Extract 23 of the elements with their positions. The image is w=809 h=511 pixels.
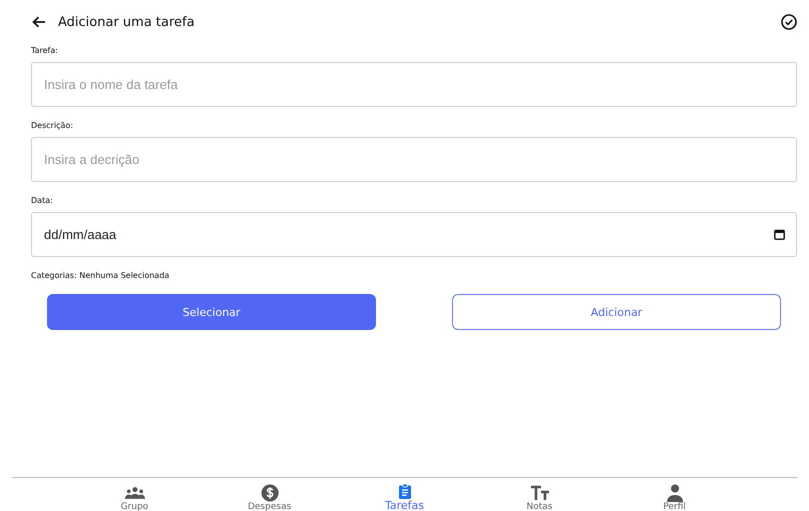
calendar-icon[interactable]	[774, 229, 785, 240]
field-label: Data:	[31, 196, 54, 205]
page-title: Adicionar uma tarefa	[58, 14, 196, 30]
field-label: Tarefa:	[31, 46, 59, 55]
text-input-field[interactable]: Insira o nome da tarefa	[31, 62, 797, 107]
nav-tab[interactable]: Notas	[472, 478, 607, 511]
add-button[interactable]: Adicionar	[452, 294, 781, 330]
nav-tab[interactable]: Despesas	[202, 478, 337, 511]
select-button[interactable]: Selecionar	[47, 294, 376, 330]
check-circle-icon[interactable]	[781, 14, 797, 30]
categories-text: Categorias: Nenhuma Selecionada	[31, 271, 170, 280]
field-label: Descrição:	[31, 121, 74, 130]
back-arrow-icon[interactable]	[32, 16, 46, 28]
nav-tab[interactable]: Tarefas	[337, 478, 472, 511]
person-icon	[666, 484, 682, 502]
nav-tab[interactable]: Grupo	[67, 478, 202, 511]
nav-tab[interactable]: Perfil	[607, 478, 742, 511]
clipboard-icon	[396, 484, 412, 499]
people-icon	[124, 484, 144, 502]
dollar-icon	[260, 484, 280, 502]
text-input-field[interactable]: Insira a decrição	[31, 137, 797, 182]
date-field[interactable]: dd/mm/aaaa	[31, 212, 797, 257]
text-size-icon	[530, 484, 550, 502]
